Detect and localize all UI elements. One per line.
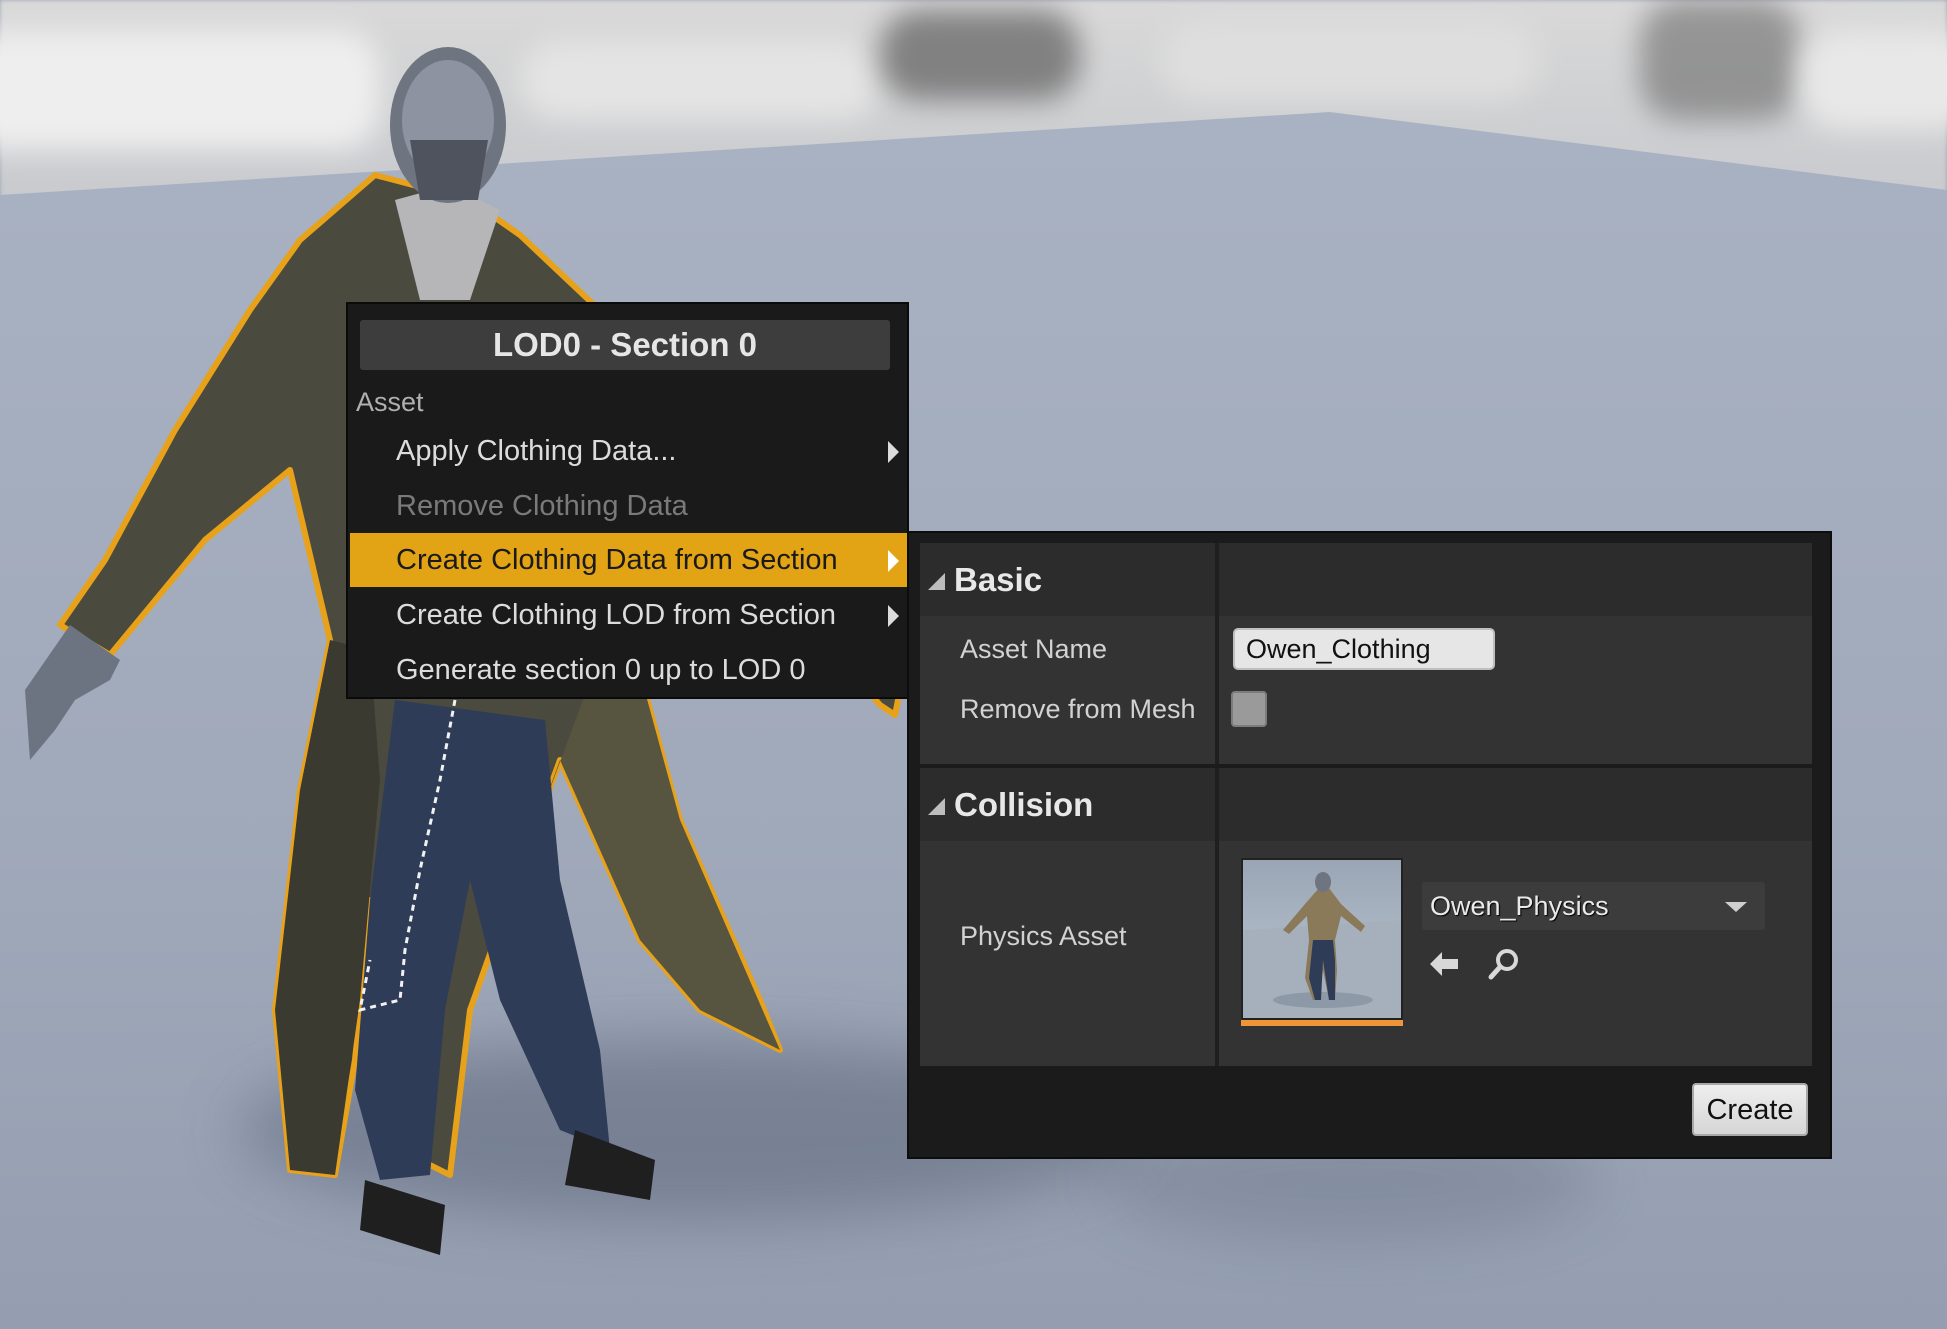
physics-asset-thumbnail-icon bbox=[1243, 872, 1401, 1018]
category-basic-header[interactable]: Basic bbox=[920, 543, 1812, 616]
remove-from-mesh-label: Remove from Mesh bbox=[960, 694, 1196, 724]
asset-color-bar bbox=[1241, 1020, 1403, 1026]
menu-item-generate-section[interactable]: Generate section 0 up to LOD 0 bbox=[350, 643, 907, 697]
menu-item-apply-clothing-data[interactable]: Apply Clothing Data... bbox=[350, 424, 907, 478]
menu-section-asset: Asset bbox=[356, 387, 424, 417]
remove-from-mesh-checkbox[interactable] bbox=[1231, 691, 1267, 727]
physics-asset-thumbnail[interactable] bbox=[1241, 858, 1403, 1020]
menu-item-label: Apply Clothing Data... bbox=[396, 435, 677, 467]
create-button[interactable]: Create bbox=[1692, 1083, 1808, 1136]
chevron-down-icon bbox=[1725, 902, 1747, 912]
section-context-menu: LOD0 - Section 0 Asset Apply Clothing Da… bbox=[346, 302, 909, 699]
category-basic: Basic Asset Name Remove from Mesh bbox=[920, 543, 1812, 764]
menu-item-label: Create Clothing LOD from Section bbox=[396, 599, 837, 631]
physics-asset-value: Owen_Physics bbox=[1430, 891, 1609, 921]
physics-asset-combo[interactable]: Owen_Physics bbox=[1422, 882, 1765, 930]
create-clothing-dialog: Basic Asset Name Remove from Mesh Collis… bbox=[907, 531, 1832, 1159]
category-collision: Collision Physics Asset Owen_Physics bbox=[920, 768, 1812, 1066]
menu-item-create-clothing-data-from-section[interactable]: Create Clothing Data from Section bbox=[350, 533, 907, 587]
category-title: Basic bbox=[954, 561, 1043, 598]
column-divider[interactable] bbox=[1215, 768, 1219, 1066]
menu-item-create-clothing-lod-from-section[interactable]: Create Clothing LOD from Section bbox=[350, 588, 907, 642]
column-divider[interactable] bbox=[1215, 543, 1219, 764]
submenu-arrow-icon bbox=[888, 441, 899, 463]
arrow-left-icon[interactable] bbox=[1426, 946, 1462, 982]
asset-name-input[interactable] bbox=[1233, 628, 1495, 670]
search-icon[interactable] bbox=[1486, 946, 1522, 982]
menu-item-label: Remove Clothing Data bbox=[396, 490, 688, 522]
asset-name-label: Asset Name bbox=[960, 634, 1108, 664]
menu-title: LOD0 - Section 0 bbox=[360, 320, 890, 370]
menu-item-label: Create Clothing Data from Section bbox=[396, 544, 838, 576]
submenu-arrow-icon bbox=[888, 550, 899, 572]
menu-item-label: Generate section 0 up to LOD 0 bbox=[396, 654, 806, 686]
collapse-triangle-icon[interactable] bbox=[928, 573, 945, 590]
collapse-triangle-icon[interactable] bbox=[928, 798, 945, 815]
physics-asset-label: Physics Asset bbox=[960, 921, 1127, 951]
submenu-arrow-icon bbox=[888, 605, 899, 627]
menu-item-remove-clothing-data[interactable]: Remove Clothing Data bbox=[350, 479, 907, 533]
category-title: Collision bbox=[954, 786, 1094, 823]
category-collision-header[interactable]: Collision bbox=[920, 768, 1812, 841]
